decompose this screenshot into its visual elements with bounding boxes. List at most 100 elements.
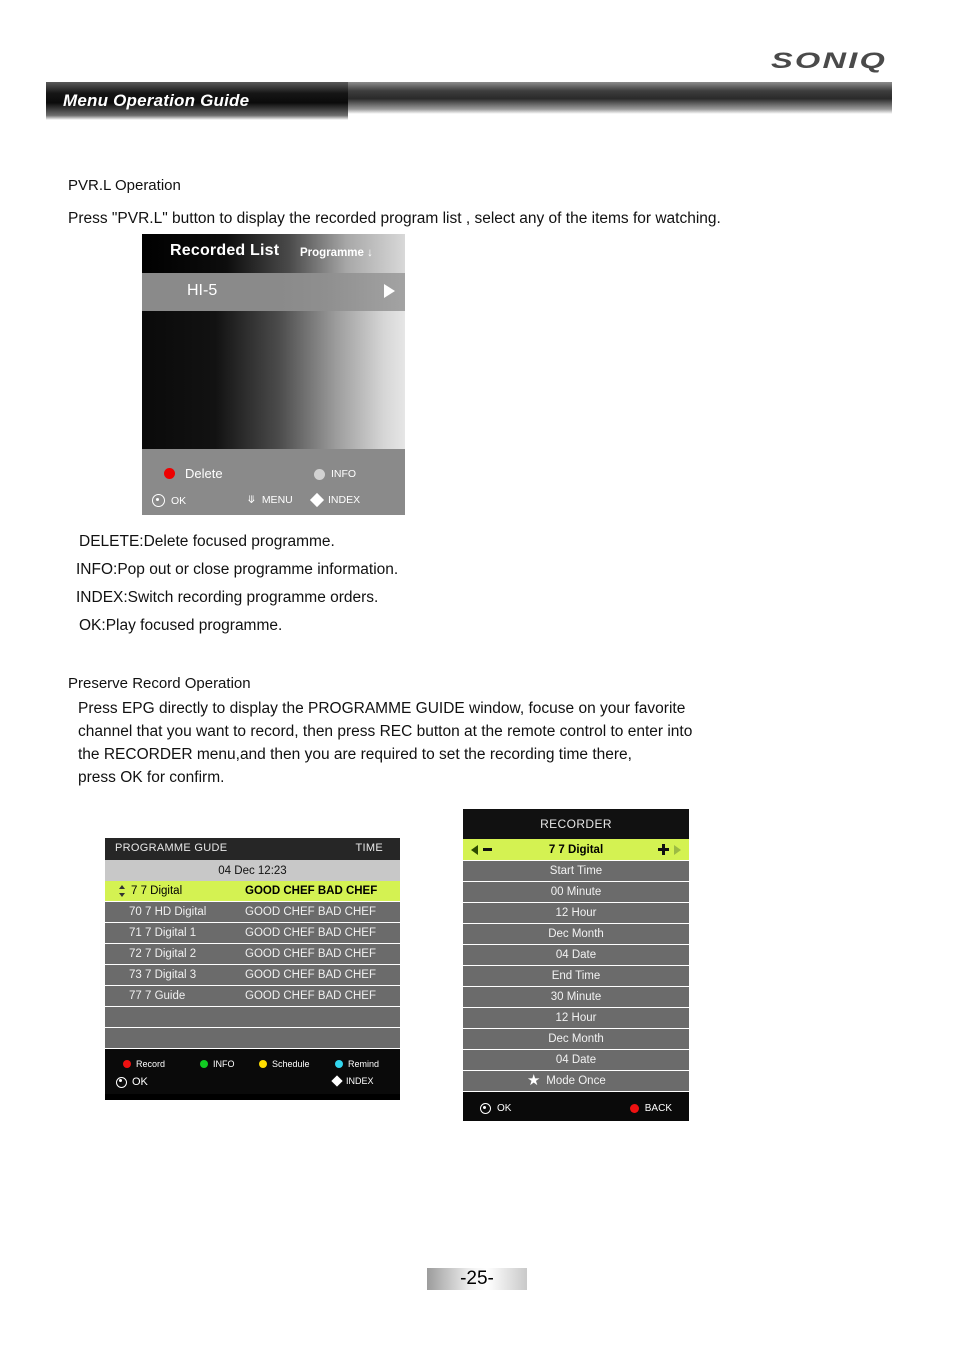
- increase-control[interactable]: [658, 844, 681, 855]
- recorder-row[interactable]: 00 Minute: [463, 882, 689, 903]
- recorder-title: RECORDER: [463, 809, 689, 839]
- pvr-note-info: INFO:Pop out or close programme informat…: [76, 561, 399, 578]
- preserve-line-2: channel that you want to record, then pr…: [78, 723, 693, 740]
- recorder-row[interactable]: 04 Date: [463, 1050, 689, 1071]
- programme-guide-empty-row: [105, 1007, 400, 1028]
- pvr-note-index: INDEX:Switch recording programme orders.: [76, 589, 379, 606]
- programme-guide-channel: 77 7 Guide: [129, 990, 186, 1002]
- red-dot-icon: [164, 468, 175, 479]
- recorder-row[interactable]: Start Time: [463, 861, 689, 882]
- recorder-row-label: 7 7 Digital: [548, 843, 604, 856]
- recorder-row-label: Dec Month: [548, 928, 604, 940]
- ok-button[interactable]: OK: [152, 494, 186, 507]
- decrease-control[interactable]: [471, 844, 492, 855]
- recorder-row[interactable]: 04 Date: [463, 945, 689, 966]
- programme-guide-row[interactable]: 71 7 Digital 1 GOOD CHEF BAD CHEF: [105, 923, 400, 944]
- recorder-row[interactable]: 30 Minute: [463, 987, 689, 1008]
- ok-label: OK: [171, 494, 187, 507]
- programme-guide-programme: GOOD CHEF BAD CHEF: [245, 969, 376, 981]
- ok-ring-icon: [480, 1103, 491, 1114]
- plus-icon: [658, 844, 669, 855]
- cyan-dot-icon: [335, 1060, 343, 1068]
- red-dot-icon: [629, 1104, 639, 1113]
- epg-ok-button[interactable]: OK: [116, 1076, 148, 1088]
- recorder-row[interactable]: End Time: [463, 966, 689, 987]
- epg-info-button[interactable]: INFO: [200, 1059, 235, 1069]
- ok-ring-icon: [116, 1076, 127, 1088]
- recorded-list-footer: Delete INFO OK ⤋ MENU INDEX: [142, 449, 405, 515]
- soniq-logo: SONIQ: [770, 48, 890, 78]
- recorder-row[interactable]: ★ Mode Once: [463, 1071, 689, 1092]
- pvr-note-delete: DELETE:Delete focused programme.: [79, 533, 335, 550]
- epg-schedule-label: Schedule: [272, 1059, 310, 1069]
- recorded-list-sort-label[interactable]: Programme ↓: [300, 247, 373, 259]
- delete-button[interactable]: Delete: [164, 466, 223, 481]
- programme-guide-date: 04 Dec 12:23: [105, 860, 400, 881]
- epg-record-button[interactable]: Record: [123, 1059, 165, 1069]
- recorder-row[interactable]: 12 Hour: [463, 1008, 689, 1029]
- programme-guide-programme: GOOD CHEF BAD CHEF: [245, 948, 376, 960]
- header-section-tab: Menu Operation Guide: [46, 82, 348, 120]
- programme-guide-channel: 70 7 HD Digital: [129, 906, 207, 918]
- programme-guide-empty-row: [105, 1028, 400, 1049]
- recorder-footer: OK BACK: [463, 1092, 689, 1121]
- epg-index-label: INDEX: [346, 1076, 374, 1086]
- programme-guide-header: PROGRAMME GUDE TIME: [105, 838, 400, 860]
- yellow-dot-icon: [259, 1060, 267, 1068]
- epg-remind-button[interactable]: Remind: [335, 1059, 379, 1069]
- recorder-row[interactable]: Dec Month: [463, 1029, 689, 1050]
- pvr-intro-text: Press "PVR.L" button to display the reco…: [68, 210, 721, 227]
- programme-guide-row[interactable]: 70 7 HD Digital GOOD CHEF BAD CHEF: [105, 902, 400, 923]
- info-button[interactable]: INFO: [314, 468, 356, 480]
- index-button[interactable]: INDEX: [309, 492, 360, 508]
- recorder-row[interactable]: 12 Hour: [463, 903, 689, 924]
- recorder-row[interactable]: 7 7 Digital: [463, 839, 689, 861]
- info-label: INFO: [331, 468, 357, 480]
- recorder-ok-button[interactable]: OK: [480, 1103, 511, 1114]
- recorder-back-button[interactable]: BACK: [629, 1103, 672, 1114]
- menu-label: MENU: [261, 494, 293, 506]
- programme-guide-programme: GOOD CHEF BAD CHEF: [245, 990, 376, 1002]
- epg-info-label: INFO: [213, 1059, 235, 1069]
- pvr-section-title: PVR.L Operation: [68, 177, 181, 194]
- programme-guide-programme: GOOD CHEF BAD CHEF: [245, 906, 376, 918]
- ok-ring-icon: [152, 494, 165, 507]
- recorder-row-label: End Time: [551, 970, 601, 982]
- preserve-line-1: Press EPG directly to display the PROGRA…: [78, 700, 686, 717]
- programme-guide-channel: 71 7 Digital 1: [129, 927, 197, 939]
- recorded-list-item[interactable]: HI-5: [142, 273, 405, 311]
- left-arrow-icon: [471, 844, 478, 855]
- programme-guide-panel: PROGRAMME GUDE TIME 04 Dec 12:23 7 7 Dig…: [105, 838, 400, 1100]
- programme-guide-row[interactable]: 73 7 Digital 3 GOOD CHEF BAD CHEF: [105, 965, 400, 986]
- recorder-row-label: 04 Date: [555, 949, 597, 961]
- programme-guide-programme: GOOD CHEF BAD CHEF: [245, 885, 378, 897]
- recorder-ok-label: OK: [497, 1103, 512, 1114]
- recorder-row-label: Dec Month: [548, 1033, 604, 1045]
- recorded-list-header: Recorded List Programme ↓: [142, 234, 405, 273]
- epg-ok-label: OK: [132, 1076, 148, 1088]
- recorded-list-item-label: HI-5: [187, 282, 218, 299]
- recorder-row-label: 12 Hour: [555, 1012, 597, 1024]
- programme-guide-row[interactable]: 72 7 Digital 2 GOOD CHEF BAD CHEF: [105, 944, 400, 965]
- recorder-row-label: 00 Minute: [550, 886, 602, 898]
- preserve-line-3: the RECORDER menu,and then you are requi…: [78, 746, 632, 763]
- pvr-note-ok: OK:Play focused programme.: [79, 617, 283, 634]
- menu-button[interactable]: ⤋ MENU: [247, 494, 293, 506]
- programme-guide-time-header: TIME: [355, 842, 383, 854]
- header-section-title: Menu Operation Guide: [63, 91, 250, 110]
- play-arrow-icon: [384, 284, 395, 298]
- programme-guide-title: PROGRAMME GUDE: [115, 842, 228, 854]
- recorder-back-label: BACK: [644, 1103, 672, 1114]
- recorder-row-label: Start Time: [549, 865, 603, 877]
- preserve-section-title: Preserve Record Operation: [68, 675, 251, 692]
- recorder-row-label: 12 Hour: [555, 907, 597, 919]
- programme-guide-row[interactable]: 7 7 Digital GOOD CHEF BAD CHEF: [105, 881, 400, 902]
- epg-remind-label: Remind: [348, 1059, 380, 1069]
- epg-index-button[interactable]: INDEX: [331, 1075, 374, 1087]
- preserve-line-4: press OK for confirm.: [78, 769, 225, 786]
- epg-schedule-button[interactable]: Schedule: [259, 1059, 310, 1069]
- recorder-row[interactable]: Dec Month: [463, 924, 689, 945]
- diamond-icon: [331, 1075, 343, 1087]
- programme-guide-channel: 73 7 Digital 3: [129, 969, 197, 981]
- programme-guide-row[interactable]: 77 7 Guide GOOD CHEF BAD CHEF: [105, 986, 400, 1007]
